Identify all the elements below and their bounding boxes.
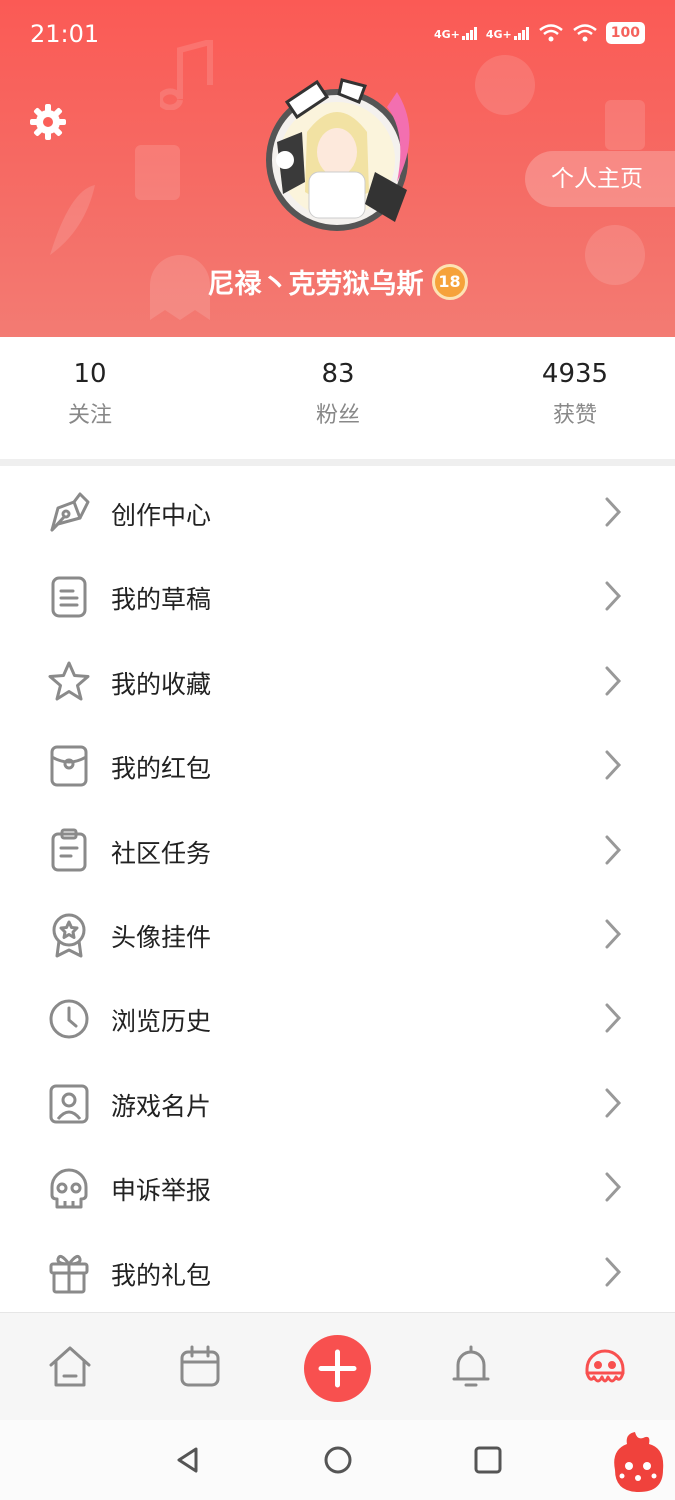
clock-icon bbox=[49, 999, 89, 1039]
menu-item-drafts[interactable]: 我的草稿 bbox=[0, 554, 675, 638]
menu-list: 创作中心 我的草稿 我的收藏 我的红包 社区任务 头像挂件 浏览历史 游戏名片 … bbox=[0, 470, 675, 1314]
red-packet-icon bbox=[50, 745, 88, 787]
menu-item-avatar-frames[interactable]: 头像挂件 bbox=[0, 892, 675, 976]
home-icon[interactable] bbox=[46, 1343, 94, 1391]
menu-item-label: 游戏名片 bbox=[111, 1091, 212, 1121]
calendar-icon[interactable] bbox=[176, 1343, 224, 1391]
floating-mascot-icon[interactable] bbox=[607, 1430, 669, 1496]
card-icon bbox=[49, 1084, 89, 1124]
chevron-right-icon bbox=[605, 1172, 622, 1202]
menu-item-history[interactable]: 浏览历史 bbox=[0, 976, 675, 1060]
star-icon bbox=[48, 661, 90, 701]
chevron-right-icon bbox=[605, 497, 622, 527]
battery-indicator: 100 bbox=[605, 22, 645, 44]
avatar-frame-image bbox=[266, 78, 410, 231]
mug-doodle-icon bbox=[605, 100, 645, 150]
signal-icon: 4G+ bbox=[434, 26, 478, 40]
avatar[interactable] bbox=[247, 72, 427, 242]
section-divider bbox=[0, 459, 675, 466]
username-row: 尼禄丶克劳狱乌斯 18 bbox=[0, 262, 675, 301]
back-icon[interactable] bbox=[172, 1444, 204, 1476]
menu-item-label: 我的红包 bbox=[111, 754, 212, 784]
menu-item-game-card[interactable]: 游戏名片 bbox=[0, 1061, 675, 1145]
status-icons: 4G+ 4G+ 100 bbox=[434, 22, 645, 44]
stat-following[interactable]: 10 关注 bbox=[0, 359, 180, 429]
mug-doodle-icon bbox=[135, 145, 180, 200]
menu-item-label: 我的草稿 bbox=[111, 585, 212, 615]
profile-header: 21:01 4G+ 4G+ 100 个人主页 尼禄丶克劳狱乌斯 18 bbox=[0, 0, 675, 337]
stat-likes[interactable]: 4935 获赞 bbox=[485, 359, 665, 429]
system-navigation-bar bbox=[0, 1420, 675, 1500]
stat-value: 83 bbox=[321, 359, 355, 389]
signal-icon: 4G+ bbox=[486, 26, 530, 40]
stat-label: 关注 bbox=[67, 403, 112, 428]
personal-homepage-button[interactable]: 个人主页 bbox=[525, 151, 675, 207]
chevron-right-icon bbox=[605, 835, 622, 865]
stat-label: 粉丝 bbox=[315, 403, 360, 428]
chevron-right-icon bbox=[605, 750, 622, 780]
recents-icon[interactable] bbox=[472, 1444, 504, 1476]
create-post-button[interactable] bbox=[304, 1335, 371, 1402]
draft-icon bbox=[51, 576, 87, 618]
username: 尼禄丶克劳狱乌斯 bbox=[207, 269, 424, 300]
mascot-icon[interactable] bbox=[581, 1343, 629, 1391]
chevron-right-icon bbox=[605, 919, 622, 949]
stat-followers[interactable]: 83 粉丝 bbox=[248, 359, 428, 429]
menu-item-favorites[interactable]: 我的收藏 bbox=[0, 639, 675, 723]
chevron-right-icon bbox=[605, 1003, 622, 1033]
menu-item-red-packets[interactable]: 我的红包 bbox=[0, 723, 675, 807]
menu-item-gift-packs[interactable]: 我的礼包 bbox=[0, 1230, 675, 1314]
stat-value: 10 bbox=[73, 359, 107, 389]
feather-doodle-icon bbox=[50, 185, 95, 255]
menu-item-creation-center[interactable]: 创作中心 bbox=[0, 470, 675, 554]
network-type-label: 4G+ bbox=[433, 28, 460, 41]
status-time: 21:01 bbox=[30, 20, 100, 48]
stats-row: 10 关注 83 粉丝 4935 获赞 bbox=[0, 337, 675, 459]
gear-icon[interactable] bbox=[28, 102, 68, 142]
chevron-right-icon bbox=[605, 581, 622, 611]
menu-item-community-tasks[interactable]: 社区任务 bbox=[0, 808, 675, 892]
clipboard-icon bbox=[51, 828, 87, 872]
menu-item-label: 我的收藏 bbox=[111, 669, 212, 699]
pen-icon bbox=[50, 492, 90, 532]
badge-icon bbox=[52, 913, 86, 958]
plus-icon bbox=[318, 1349, 357, 1388]
menu-item-label: 我的礼包 bbox=[111, 1260, 212, 1290]
chevron-right-icon bbox=[605, 1257, 622, 1287]
gift-icon bbox=[49, 1254, 89, 1294]
menu-item-label: 申诉举报 bbox=[111, 1176, 212, 1206]
level-badge: 18 bbox=[431, 263, 468, 300]
chevron-right-icon bbox=[605, 1088, 622, 1118]
bottom-tab-bar bbox=[0, 1312, 675, 1420]
bell-icon[interactable] bbox=[447, 1343, 495, 1391]
wifi-icon bbox=[572, 24, 597, 42]
menu-item-label: 创作中心 bbox=[111, 501, 212, 530]
menu-item-label: 头像挂件 bbox=[111, 922, 212, 952]
chevron-right-icon bbox=[605, 666, 622, 696]
home-circle-icon[interactable] bbox=[322, 1444, 354, 1476]
menu-item-label: 社区任务 bbox=[111, 838, 212, 868]
network-type-label: 4G+ bbox=[485, 28, 512, 41]
menu-item-label: 浏览历史 bbox=[111, 1007, 212, 1037]
stat-value: 4935 bbox=[541, 359, 609, 389]
wifi-icon bbox=[538, 24, 563, 42]
stat-label: 获赞 bbox=[552, 403, 597, 428]
menu-item-appeal-report[interactable]: 申诉举报 bbox=[0, 1145, 675, 1229]
skull-icon bbox=[50, 1168, 88, 1209]
status-bar: 21:01 4G+ 4G+ 100 bbox=[0, 0, 675, 70]
